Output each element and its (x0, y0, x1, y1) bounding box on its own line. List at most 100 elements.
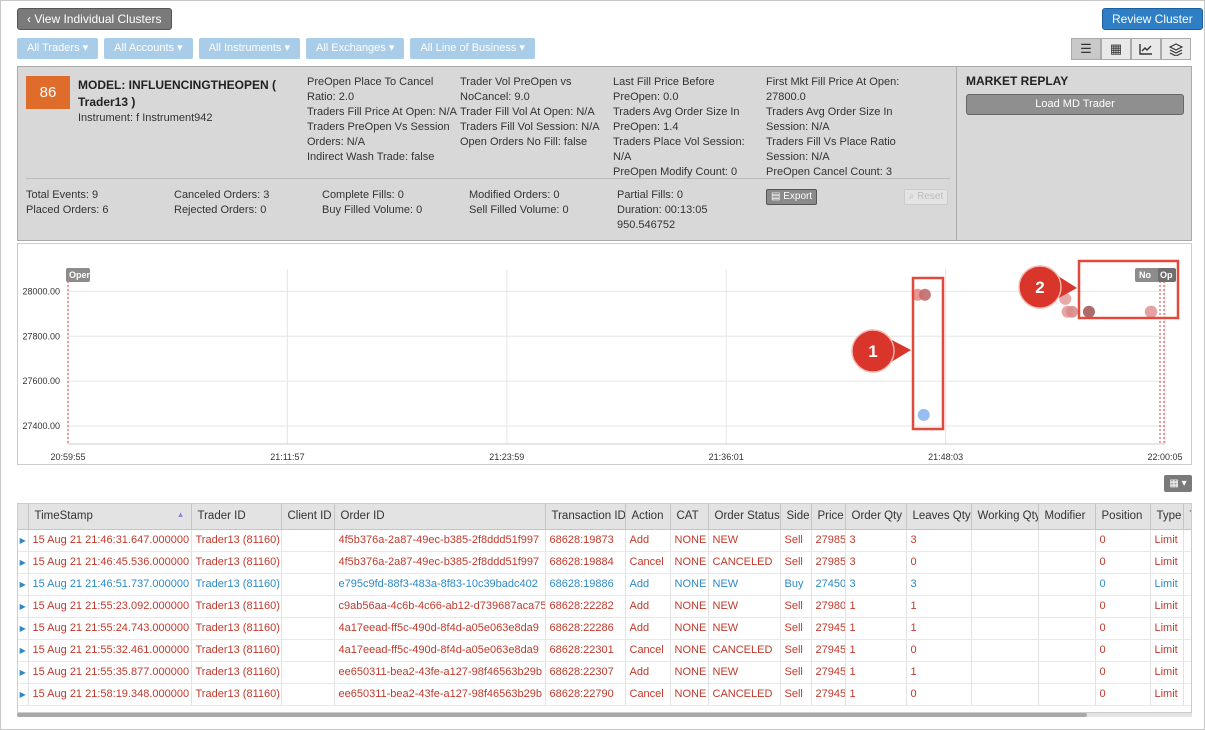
no-open-label: No (1139, 270, 1151, 280)
stat-group-1: Total Events: 9 Placed Orders: 6 (26, 188, 109, 218)
column-header[interactable]: Modifier (1038, 504, 1096, 530)
table-cell: 15 Aug 21 21:55:32.461.000000 (28, 639, 192, 662)
table-cell (281, 661, 335, 684)
filter-line-of-business[interactable]: All Line of Business ▾ (410, 38, 535, 59)
metric: Indirect Wash Trade: false (307, 151, 435, 163)
callout-number-1: 1 (868, 342, 877, 361)
table-cell: 0 (1095, 639, 1151, 662)
column-chooser-icon[interactable]: ▦ ▾ (1164, 475, 1192, 492)
list-view-icon[interactable]: ☰ (1071, 38, 1101, 60)
column-header[interactable]: Side (780, 504, 812, 530)
chart-view-icon[interactable] (1131, 38, 1161, 60)
table-cell: 4f5b376a-2a87-49ec-b385-2f8ddd51f997 (334, 551, 546, 574)
export-button[interactable]: ▤ Export (766, 189, 818, 205)
filter-traders[interactable]: All Traders ▾ (17, 38, 99, 59)
stat-rejected-orders: Rejected Orders: 0 (174, 204, 267, 216)
filter-accounts[interactable]: All Accounts ▾ (104, 38, 193, 59)
table-cell: 0 (1095, 573, 1151, 596)
table-cell: Limit (1150, 529, 1184, 552)
column-header[interactable]: Leaves Qty (906, 504, 972, 530)
table-cell: 27945 (811, 661, 846, 684)
expand-row-icon[interactable]: ▶ (18, 661, 29, 684)
metric: Traders PreOpen Vs Session Orders: N/A (307, 121, 450, 148)
table-row[interactable]: ▶ 15 Aug 21 21:46:45.536.000000 Trader13 (… (18, 551, 1191, 574)
expand-row-icon[interactable]: ▶ (18, 573, 29, 596)
column-header[interactable]: TimeStamp ▲ (28, 504, 192, 530)
layers-view-icon[interactable] (1161, 38, 1191, 60)
expand-row-icon[interactable]: ▶ (18, 595, 29, 618)
table-cell: 0 (1095, 595, 1151, 618)
column-header[interactable]: Order Qty (845, 504, 907, 530)
table-cell: CANCELED (708, 683, 781, 706)
table-cell: NONE (670, 529, 709, 552)
table-cell: Limit (1150, 595, 1184, 618)
column-header[interactable]: CAT (670, 504, 709, 530)
column-header[interactable]: T (1183, 504, 1191, 530)
expand-row-icon[interactable]: ▶ (18, 529, 29, 552)
expand-row-icon[interactable]: ▶ (18, 683, 29, 706)
cluster-summary-panel: 86 MODEL: INFLUENCINGTHEOPEN ( Trader13 … (17, 66, 1192, 241)
table-cell: 1 (906, 617, 972, 640)
table-cell: NONE (670, 639, 709, 662)
risk-score-badge: 86 (26, 76, 70, 109)
expand-row-icon[interactable]: ▶ (18, 617, 29, 640)
metric: PreOpen Place To Cancel Ratio: 2.0 (307, 76, 434, 103)
table-cell (1183, 639, 1191, 662)
scrollbar-thumb[interactable] (17, 713, 1087, 717)
table-cell: 0 (906, 639, 972, 662)
column-header[interactable]: Working Qty (971, 504, 1039, 530)
table-cell: NEW (708, 529, 781, 552)
metric: Open Orders No Fill: false (460, 136, 588, 148)
table-row[interactable]: ▶ 15 Aug 21 21:46:31.647.000000 Trader13 (… (18, 529, 1191, 552)
column-header[interactable]: Order ID (334, 504, 546, 530)
table-cell: 27985 (811, 551, 846, 574)
column-header[interactable]: Type (1150, 504, 1184, 530)
table-cell: NONE (670, 683, 709, 706)
load-md-trader-button[interactable]: Load MD Trader (966, 94, 1184, 115)
table-cell (1038, 661, 1096, 684)
column-header[interactable]: Trader ID (191, 504, 282, 530)
view-individual-clusters-button[interactable]: ‹ View Individual Clusters (17, 8, 172, 30)
review-cluster-button[interactable]: Review Cluster (1102, 8, 1203, 30)
expand-row-icon[interactable]: ▶ (18, 551, 29, 574)
table-row[interactable]: ▶ 15 Aug 21 21:46:51.737.000000 Trader13 (… (18, 573, 1191, 596)
market-replay-title: MARKET REPLAY (966, 74, 1069, 88)
filter-instruments[interactable]: All Instruments ▾ (198, 38, 301, 59)
table-horizontal-scrollbar[interactable] (17, 713, 1192, 717)
table-cell: c9ab56aa-4c6b-4c66-ab12-d739687aca75 (334, 595, 546, 618)
column-header[interactable]: Client ID (281, 504, 335, 530)
table-row[interactable]: ▶ 15 Aug 21 21:55:35.877.000000 Trader13 (… (18, 661, 1191, 684)
table-cell (281, 617, 335, 640)
table-row[interactable]: ▶ 15 Aug 21 21:55:32.461.000000 Trader13 (… (18, 639, 1191, 662)
stat-complete-fills: Complete Fills: 0 (322, 189, 404, 201)
table-row[interactable]: ▶ 15 Aug 21 21:55:23.092.000000 Trader13 (… (18, 595, 1191, 618)
reset-button[interactable]: ⌕ Reset (904, 189, 948, 205)
table-cell: Sell (780, 617, 812, 640)
table-cell: 3 (845, 551, 907, 574)
expand-row-icon[interactable]: ▶ (18, 639, 29, 662)
table-cell (971, 661, 1039, 684)
market-replay-divider (956, 67, 957, 240)
table-cell (281, 683, 335, 706)
table-cell: NONE (670, 617, 709, 640)
grid-view-icon[interactable]: ▦ (1101, 38, 1131, 60)
table-cell: 27980 (811, 595, 846, 618)
column-header[interactable]: Action (625, 504, 671, 530)
table-cell: Trader13 (81160) (191, 661, 282, 684)
table-cell: Sell (780, 639, 812, 662)
metric: Last Fill Price Before PreOpen: 0.0 (613, 76, 715, 103)
table-cell (1183, 617, 1191, 640)
table-cell: 68628:22790 (545, 683, 626, 706)
stat-duration-ms: 950.546752 (617, 219, 676, 231)
filter-exchanges[interactable]: All Exchanges ▾ (306, 38, 405, 59)
column-header[interactable]: Price (811, 504, 846, 530)
table-row[interactable]: ▶ 15 Aug 21 21:58:19.348.000000 Trader13 (… (18, 683, 1191, 706)
column-header[interactable]: Transaction ID (545, 504, 626, 530)
table-row[interactable]: ▶ 15 Aug 21 21:55:24.743.000000 Trader13 (… (18, 617, 1191, 640)
table-cell: 1 (845, 639, 907, 662)
stat-placed-orders: Placed Orders: 6 (26, 204, 109, 216)
table-cell: Trader13 (81160) (191, 683, 282, 706)
column-header[interactable]: Position (1095, 504, 1151, 530)
table-cell: Trader13 (81160) (191, 617, 282, 640)
column-header[interactable]: Order Status (708, 504, 781, 530)
